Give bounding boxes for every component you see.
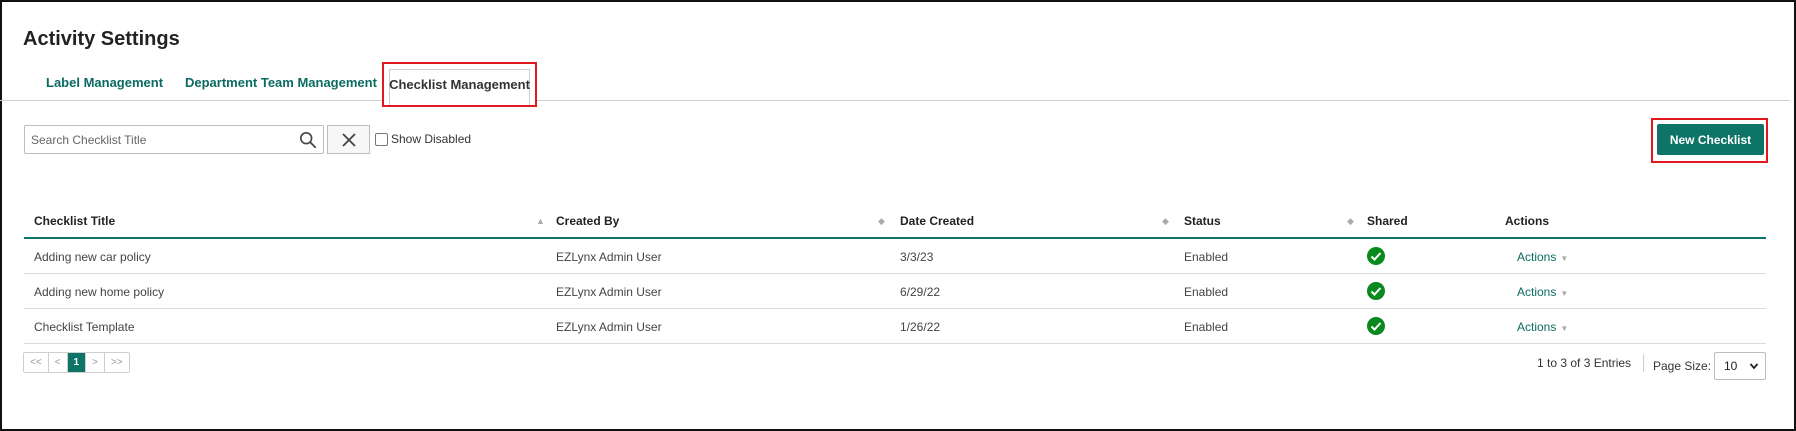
last-page-button[interactable]: >>: [104, 353, 129, 372]
sort-icon[interactable]: ◆: [1347, 216, 1354, 227]
date-created-cell: 6/29/22: [900, 285, 941, 299]
tab-checklist-management-label: Checklist Management: [389, 77, 530, 92]
date-created-cell: 1/26/22: [900, 320, 941, 334]
column-header-actions: Actions: [1505, 214, 1550, 228]
first-page-button[interactable]: <<: [24, 353, 49, 372]
show-disabled-checkbox[interactable]: [375, 132, 388, 146]
show-disabled-toggle[interactable]: Show Disabled: [375, 132, 471, 146]
checklist-title-cell: Checklist Template: [34, 320, 135, 334]
status-cell: Enabled: [1184, 250, 1229, 264]
entries-count: 1 to 3 of 3 Entries: [1537, 356, 1632, 370]
tab-checklist-management[interactable]: Checklist Management: [382, 62, 537, 107]
shared-check-icon: [1367, 317, 1385, 335]
column-header-checklist-title[interactable]: Checklist Title: [34, 214, 115, 228]
table-row: Adding new car policy EZLynx Admin User …: [24, 239, 1766, 274]
page-number-button[interactable]: 1: [67, 353, 87, 372]
status-cell: Enabled: [1184, 285, 1229, 299]
checklist-title-cell: Adding new home policy: [34, 285, 165, 299]
column-header-created-by[interactable]: Created By: [556, 214, 619, 228]
shared-check-icon: [1367, 282, 1385, 300]
search-box: [24, 125, 324, 154]
table-header: Checklist Title ▲ Created By ◆ Date Crea…: [24, 208, 1766, 239]
created-by-cell: EZLynx Admin User: [556, 320, 662, 334]
page-size-label: Page Size:: [1653, 359, 1712, 373]
next-page-button[interactable]: >: [86, 353, 105, 372]
tabs-divider: [0, 100, 1790, 101]
pagination-divider: [1643, 354, 1644, 372]
prev-page-button[interactable]: <: [48, 353, 68, 372]
close-icon: [341, 132, 356, 147]
caret-down-icon: ▼: [1560, 254, 1569, 263]
page-title: Activity Settings: [23, 28, 180, 50]
status-cell: Enabled: [1184, 320, 1229, 334]
created-by-cell: EZLynx Admin User: [556, 285, 662, 299]
tab-department-team-management[interactable]: Department Team Management: [185, 75, 377, 90]
actions-label: Actions: [1517, 285, 1557, 299]
date-created-cell: 3/3/23: [900, 250, 934, 264]
row-actions-dropdown[interactable]: Actions ▼: [1517, 250, 1568, 264]
page-size-select[interactable]: 10: [1714, 352, 1766, 380]
shared-check-icon: [1367, 247, 1385, 265]
caret-down-icon: ▼: [1560, 289, 1569, 298]
column-header-date-created[interactable]: Date Created: [900, 214, 974, 228]
column-header-shared: Shared: [1367, 214, 1408, 228]
pagination: << < 1 > >>: [23, 352, 130, 373]
tab-label-management[interactable]: Label Management: [46, 75, 163, 90]
row-actions-dropdown[interactable]: Actions ▼: [1517, 285, 1568, 299]
actions-label: Actions: [1517, 320, 1557, 334]
new-checklist-button[interactable]: New Checklist: [1657, 124, 1764, 155]
caret-down-icon: ▼: [1560, 324, 1569, 333]
created-by-cell: EZLynx Admin User: [556, 250, 662, 264]
table-row: Checklist Template EZLynx Admin User 1/2…: [24, 309, 1766, 344]
page-size-value: 10: [1724, 359, 1738, 373]
sort-asc-icon[interactable]: ▲: [536, 216, 545, 226]
row-actions-dropdown[interactable]: Actions ▼: [1517, 320, 1568, 334]
checklist-title-cell: Adding new car policy: [34, 250, 151, 264]
show-disabled-label: Show Disabled: [391, 132, 472, 146]
sort-icon[interactable]: ◆: [1162, 216, 1169, 227]
table-row: Adding new home policy EZLynx Admin User…: [24, 274, 1766, 309]
chevron-down-icon: [1749, 363, 1759, 370]
search-icon[interactable]: [299, 131, 317, 149]
clear-search-button[interactable]: [327, 125, 370, 154]
search-input[interactable]: [25, 126, 291, 153]
column-header-status[interactable]: Status: [1184, 214, 1221, 228]
sort-icon[interactable]: ◆: [878, 216, 885, 227]
actions-label: Actions: [1517, 250, 1557, 264]
